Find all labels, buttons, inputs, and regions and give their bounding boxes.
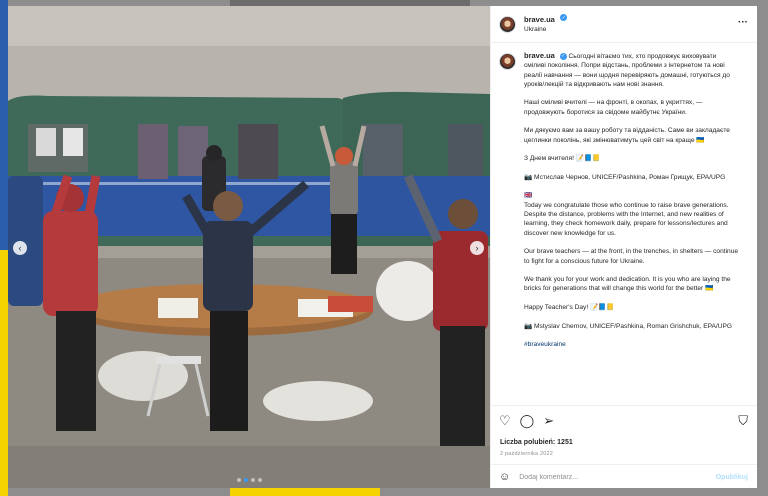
chevron-right-icon: › xyxy=(475,243,479,253)
carousel-dot xyxy=(236,478,241,482)
post-actions: ♡ ◯ ➢ ⛉ Liczba polubień: 1251 2 paździer… xyxy=(491,405,757,488)
carousel-prev-button[interactable]: ‹ xyxy=(13,241,27,255)
caption-paragraph: Сьогодні вітаємо тих, хто продовжує вихо… xyxy=(524,53,732,88)
verified-badge-icon: ✓ xyxy=(560,14,568,22)
caption-paragraph: 📷 Mstyslav Chernov, UNICEF/Pashkina, Rom… xyxy=(524,322,733,330)
caption-paragraph: 🇬🇧 Today we congratulate those who conti… xyxy=(524,192,729,237)
verified-badge-icon: ✓ xyxy=(559,52,567,60)
caption-paragraph: З Днем вчителя! 📝📘📒 xyxy=(524,155,601,163)
caption-scroll-area[interactable]: brave.ua ✓ Сьогодні вітаємо тих, хто про… xyxy=(491,43,757,405)
caption-avatar[interactable] xyxy=(499,53,516,70)
caption-paragraph: Our brave teachers — at the front, in th… xyxy=(524,248,740,265)
more-horizontal-icon: ··· xyxy=(738,17,748,28)
caption-text: brave.ua ✓ Сьогодні вітаємо тих, хто про… xyxy=(524,51,739,405)
publish-comment-button[interactable]: Opublikuj xyxy=(716,474,748,481)
comment-box: ☺ Opublikuj xyxy=(491,464,757,489)
background-post-bottom xyxy=(230,488,380,496)
post-photo[interactable]: ‹ › xyxy=(8,6,490,488)
post-modal: ‹ › brave.ua ✓ Ukraine ··· brave.ua ✓ Сь xyxy=(8,6,757,488)
post-header: brave.ua ✓ Ukraine ··· xyxy=(491,6,757,43)
carousel-dot-active xyxy=(243,478,248,482)
caption-paragraph: Ми дякуємо вам за вашу роботу та віддані… xyxy=(524,127,732,144)
post-details-panel: brave.ua ✓ Ukraine ··· brave.ua ✓ Сьогод… xyxy=(490,6,757,488)
username-link[interactable]: brave.ua xyxy=(524,15,555,24)
carousel-dot xyxy=(250,478,255,482)
carousel-dot xyxy=(257,478,262,482)
hashtag-link[interactable]: #braveukraine xyxy=(524,340,739,349)
likes-count[interactable]: Liczba polubień: 1251 xyxy=(500,439,573,446)
chevron-left-icon: ‹ xyxy=(18,243,22,253)
location-link[interactable]: Ukraine xyxy=(524,25,567,35)
background-post-edge-yellow xyxy=(0,250,8,496)
avatar[interactable] xyxy=(499,15,516,33)
comment-icon[interactable]: ◯ xyxy=(520,414,535,430)
caption-paragraph: 📷 Мстислав Чернов, UNICEF/Pashkina, Рома… xyxy=(524,173,726,181)
comment-input[interactable] xyxy=(519,473,700,481)
heart-icon[interactable]: ♡ xyxy=(499,414,511,430)
caption-username-link[interactable]: brave.ua xyxy=(524,51,555,60)
post-date[interactable]: 2 października 2022 xyxy=(500,451,553,457)
carousel-next-button[interactable]: › xyxy=(470,241,484,255)
caption-paragraph: We thank you for your work and dedicatio… xyxy=(524,276,733,293)
send-icon[interactable]: ➢ xyxy=(543,414,554,430)
metro-scene-illustration xyxy=(8,6,490,488)
bookmark-icon[interactable]: ⛉ xyxy=(738,414,748,428)
caption-paragraph: Наші сміливі вчителі — на фронті, в окоп… xyxy=(524,99,705,116)
more-options-button[interactable]: ··· xyxy=(738,17,748,28)
carousel-indicator xyxy=(8,478,490,482)
caption-paragraph: Happy Teacher's Day! 📝📘📒 xyxy=(524,304,615,312)
emoji-icon[interactable]: ☺ xyxy=(499,471,510,483)
